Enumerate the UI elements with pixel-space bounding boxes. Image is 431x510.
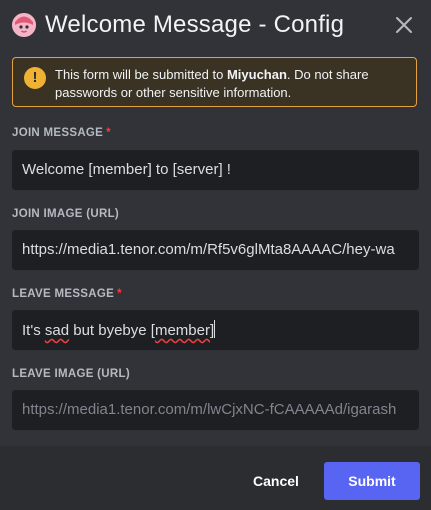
warning-app-name: Miyuchan bbox=[226, 67, 287, 82]
leave-message-input[interactable]: It's sad but byebye [member] bbox=[12, 310, 419, 350]
join-image-label: JOIN IMAGE (URL) bbox=[12, 208, 119, 220]
join-message-input[interactable]: Welcome [member] to [server] ! bbox=[12, 150, 419, 190]
modal-header: Welcome Message - Config bbox=[0, 0, 431, 50]
modal-footer: Cancel Submit bbox=[0, 446, 431, 510]
leave-message-text: It's bbox=[22, 322, 45, 339]
required-mark: * bbox=[106, 127, 111, 139]
join-image-input[interactable]: https://media1.tenor.com/m/Rf5v6glMta8AA… bbox=[12, 230, 419, 270]
bot-avatar bbox=[12, 13, 36, 37]
spellcheck-word: sad bbox=[44, 322, 70, 339]
leave-image-input[interactable]: https://media1.tenor.com/m/lwCjxNC-fCAAA… bbox=[12, 390, 419, 430]
leave-image-placeholder: https://media1.tenor.com/m/lwCjxNC-fCAAA… bbox=[22, 401, 397, 418]
cancel-button[interactable]: Cancel bbox=[236, 462, 316, 500]
submit-button[interactable]: Submit bbox=[324, 462, 420, 500]
leave-message-value: It's sad but byebye [member] bbox=[22, 320, 216, 341]
required-mark: * bbox=[117, 288, 122, 300]
leave-message-label: LEAVE MESSAGE * bbox=[12, 288, 122, 300]
leave-image-label-text: LEAVE IMAGE (URL) bbox=[12, 368, 130, 380]
leave-message-text: but byebye [ bbox=[69, 322, 155, 339]
join-image-label-text: JOIN IMAGE (URL) bbox=[12, 208, 120, 220]
leave-message-label-text: LEAVE MESSAGE bbox=[12, 288, 115, 300]
spellcheck-word: member bbox=[154, 322, 210, 339]
warning-text-part: This form will be submitted to bbox=[55, 67, 227, 82]
text-cursor bbox=[214, 320, 216, 338]
leave-image-label: LEAVE IMAGE (URL) bbox=[12, 368, 130, 380]
join-image-value: https://media1.tenor.com/m/Rf5v6glMta8AA… bbox=[22, 241, 395, 258]
exclamation-icon: ! bbox=[24, 67, 46, 89]
modal-title: Welcome Message - Config bbox=[45, 11, 345, 38]
config-modal: Welcome Message - Config ! This form wil… bbox=[0, 0, 431, 510]
warning-text: This form will be submitted to Miyuchan.… bbox=[55, 66, 410, 102]
join-message-label-text: JOIN MESSAGE bbox=[12, 127, 104, 139]
join-message-label: JOIN MESSAGE * bbox=[12, 127, 111, 139]
warning-banner: ! This form will be submitted to Miyucha… bbox=[12, 57, 417, 107]
join-message-value: Welcome [member] to [server] ! bbox=[22, 161, 231, 178]
close-icon[interactable] bbox=[391, 12, 417, 38]
bot-avatar-icon bbox=[12, 13, 36, 37]
